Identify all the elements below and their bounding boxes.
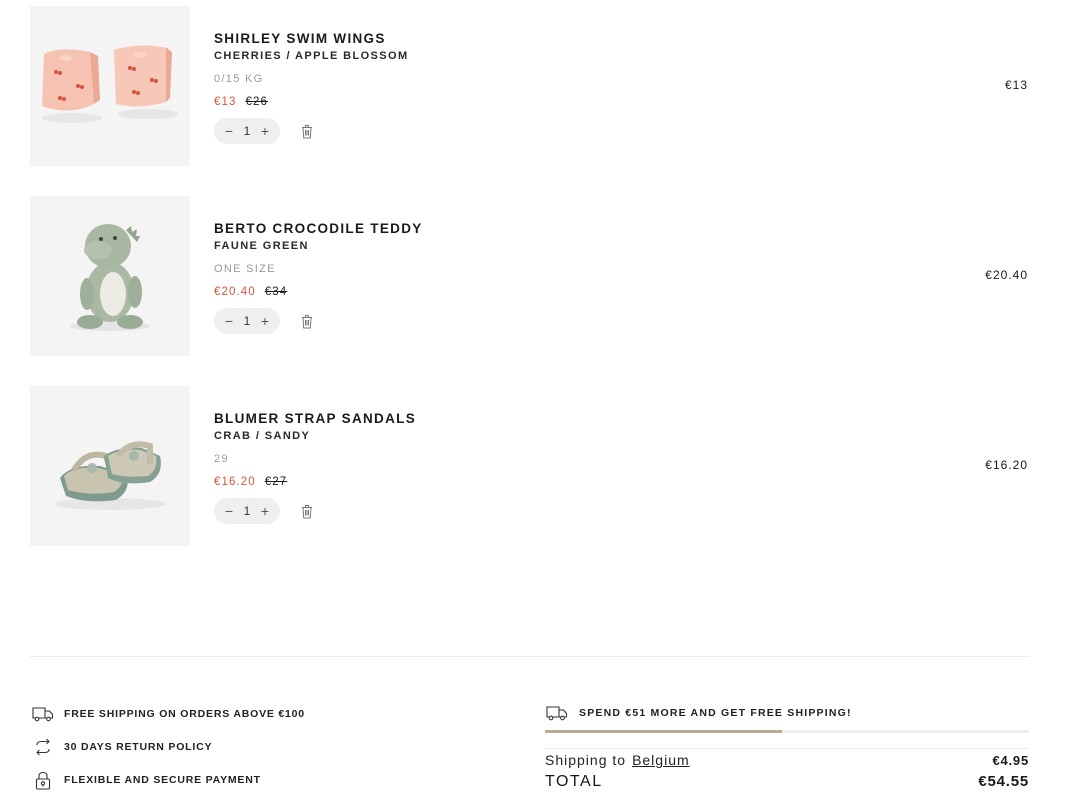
free-shipping-progress-fill xyxy=(545,730,783,733)
item-info: SHIRLEY SWIM WINGS CHERRIES / APPLE BLOS… xyxy=(214,30,409,144)
product-name[interactable]: BLUMER STRAP SANDALS xyxy=(214,410,416,427)
usp-secure-payment: FLEXIBLE AND SECURE PAYMENT xyxy=(32,770,261,790)
cart-item: BERTO CROCODILE TEDDY FAUNE GREEN ONE SI… xyxy=(30,196,1030,356)
line-total: €16.20 xyxy=(985,458,1028,472)
original-price: €26 xyxy=(245,96,268,108)
item-info: BLUMER STRAP SANDALS CRAB / SANDY 29 €16… xyxy=(214,410,416,524)
free-shipping-message: SPEND €51 MORE AND GET FREE SHIPPING! xyxy=(546,703,852,723)
decrease-quantity-button[interactable]: − xyxy=(223,124,235,138)
total-value: €54.55 xyxy=(978,773,1029,790)
section-divider xyxy=(30,656,1030,657)
summary-divider xyxy=(545,748,1029,749)
line-total: €13 xyxy=(1004,78,1028,92)
usp-text: FREE SHIPPING ON ORDERS ABOVE €100 xyxy=(64,708,305,720)
price-group: €20.40 €34 xyxy=(214,285,423,299)
decrease-quantity-button[interactable]: − xyxy=(223,314,235,328)
free-shipping-progress-bar xyxy=(545,730,1029,733)
product-size: ONE SIZE xyxy=(214,263,276,275)
shipping-row: Shipping to Belgium €4.95 xyxy=(545,752,1029,768)
total-label: TOTAL xyxy=(545,773,603,790)
quantity-stepper: − 1 + xyxy=(214,308,280,334)
usp-text: 30 DAYS RETURN POLICY xyxy=(64,741,213,753)
quantity-stepper: − 1 + xyxy=(214,118,280,144)
total-row: TOTAL €54.55 xyxy=(545,773,1029,791)
product-size: 29 xyxy=(214,453,229,465)
product-variant: CHERRIES / APPLE BLOSSOM xyxy=(214,50,409,62)
product-name[interactable]: SHIRLEY SWIM WINGS xyxy=(214,30,409,47)
price-group: €13 €26 xyxy=(214,95,409,109)
truck-icon xyxy=(546,703,568,723)
trash-icon[interactable] xyxy=(301,123,315,139)
item-info: BERTO CROCODILE TEDDY FAUNE GREEN ONE SI… xyxy=(214,220,423,334)
item-controls: − 1 + xyxy=(214,118,409,144)
return-arrows-icon xyxy=(32,737,54,757)
cart-item: SHIRLEY SWIM WINGS CHERRIES / APPLE BLOS… xyxy=(30,6,1030,166)
sale-price: €20.40 xyxy=(214,286,256,298)
sandals-image[interactable] xyxy=(30,386,190,546)
product-size: 0/15 KG xyxy=(214,73,264,85)
crocodile-teddy-image[interactable] xyxy=(30,196,190,356)
quantity-stepper: − 1 + xyxy=(214,498,280,524)
quantity-value: 1 xyxy=(243,314,251,328)
line-total: €20.40 xyxy=(985,268,1028,282)
increase-quantity-button[interactable]: + xyxy=(259,314,271,328)
increase-quantity-button[interactable]: + xyxy=(259,504,271,518)
item-controls: − 1 + xyxy=(214,308,423,334)
sale-price: €13 xyxy=(214,96,237,108)
truck-icon xyxy=(32,704,54,724)
padlock-icon xyxy=(32,770,54,790)
original-price: €27 xyxy=(264,476,288,488)
price-group: €16.20 €27 xyxy=(214,475,416,489)
cart-item: BLUMER STRAP SANDALS CRAB / SANDY 29 €16… xyxy=(30,386,1030,546)
trash-icon[interactable] xyxy=(301,313,315,329)
swim-wings-image[interactable] xyxy=(30,6,190,166)
shipping-label-group: Shipping to Belgium xyxy=(545,752,690,768)
quantity-value: 1 xyxy=(243,124,251,138)
product-variant: CRAB / SANDY xyxy=(214,430,311,442)
decrease-quantity-button[interactable]: − xyxy=(223,504,235,518)
usp-free-shipping: FREE SHIPPING ON ORDERS ABOVE €100 xyxy=(32,704,305,724)
shipping-label: Shipping to xyxy=(545,752,627,768)
item-controls: − 1 + xyxy=(214,498,416,524)
usp-text: FLEXIBLE AND SECURE PAYMENT xyxy=(64,774,261,786)
shipping-cost: €4.95 xyxy=(992,753,1029,768)
shipping-country-link[interactable]: Belgium xyxy=(632,752,690,768)
usp-returns: 30 DAYS RETURN POLICY xyxy=(32,737,212,757)
original-price: €34 xyxy=(264,286,288,298)
increase-quantity-button[interactable]: + xyxy=(259,124,271,138)
product-variant: FAUNE GREEN xyxy=(214,240,309,252)
free-shipping-text: SPEND €51 MORE AND GET FREE SHIPPING! xyxy=(579,707,852,719)
sale-price: €16.20 xyxy=(214,476,256,488)
product-name[interactable]: BERTO CROCODILE TEDDY xyxy=(214,220,423,237)
trash-icon[interactable] xyxy=(301,503,315,519)
quantity-value: 1 xyxy=(243,504,251,518)
